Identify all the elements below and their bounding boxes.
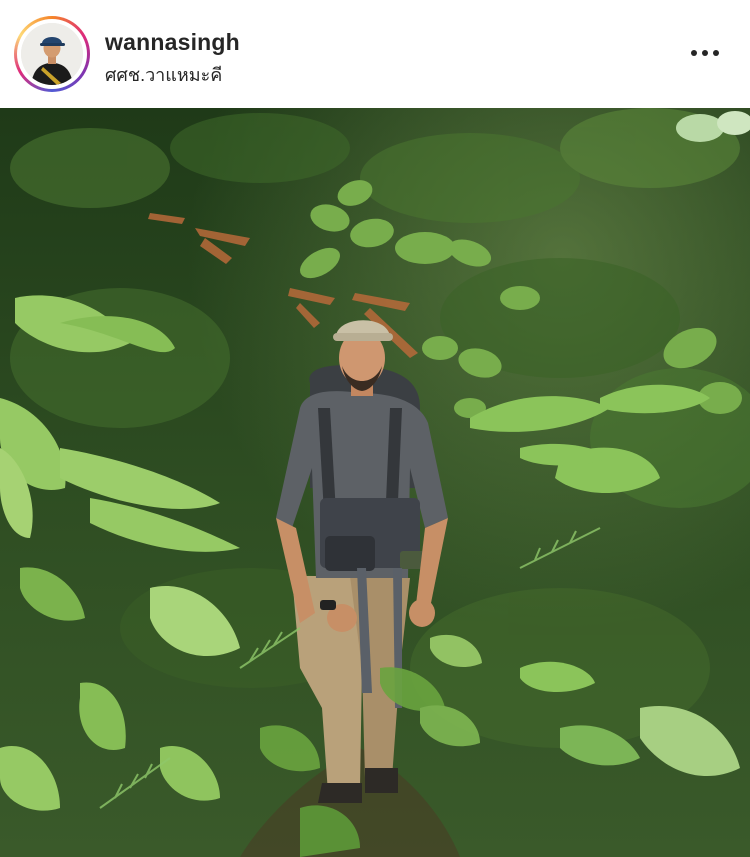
post-photo[interactable] xyxy=(0,108,750,857)
more-dot xyxy=(702,50,708,56)
more-options-button[interactable] xyxy=(680,36,730,70)
avatar-image xyxy=(21,23,83,85)
jungle-hiker-photo xyxy=(0,108,750,857)
post-header: wannasingh ศศช.วาแหมะคี xyxy=(0,0,750,108)
person-icon xyxy=(21,23,83,85)
more-dot xyxy=(713,50,719,56)
location-link[interactable]: ศศช.วาแหมะคี xyxy=(105,60,222,89)
avatar-ring-gap xyxy=(17,19,87,89)
avatar[interactable] xyxy=(14,16,90,92)
more-dot xyxy=(691,50,697,56)
username-link[interactable]: wannasingh xyxy=(105,29,240,56)
